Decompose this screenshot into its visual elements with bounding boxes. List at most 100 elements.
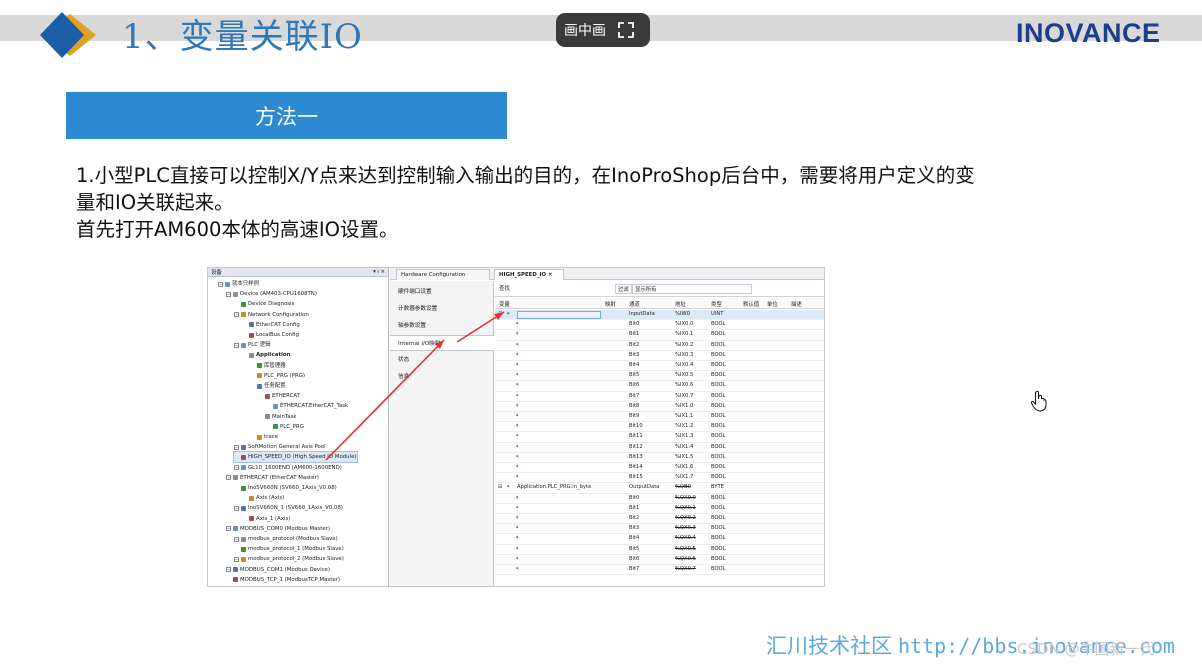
io-cell-address: %QX0.4 — [675, 535, 696, 542]
nav-info[interactable]: 信息 — [390, 369, 494, 385]
io-row[interactable]: ✦ Bit15 %IX1.7 BOOL — [495, 473, 824, 484]
tree-expander-icon[interactable]: − — [234, 505, 239, 511]
io-row[interactable]: ✦ Bit10 %IX1.2 BOOL — [495, 422, 824, 433]
filter-select[interactable]: 显示所有 — [632, 284, 752, 294]
tree-item[interactable]: − InoSV660N_1 (SV660_1Axis_V0.08) — [234, 503, 343, 513]
row-expander-icon[interactable]: ⊟ — [498, 311, 502, 317]
tree-expander-icon[interactable]: − — [226, 567, 231, 573]
io-cell-type: BOOL — [711, 515, 726, 521]
io-row[interactable]: ✦ Bit4 %IX0.4 BOOL — [495, 361, 824, 372]
variable-icon: ✦ — [515, 351, 520, 358]
io-row[interactable]: ✦ Bit0 %IX0.0 BOOL — [495, 320, 824, 331]
io-row[interactable]: ✦ Bit9 %IX1.1 BOOL — [495, 412, 824, 423]
tree-item[interactable]: −EtherCAT Config — [242, 320, 300, 330]
tree-expander-icon[interactable]: − — [226, 475, 231, 481]
tree-item[interactable]: −modbus_protocol_1 (Modbus Slave) — [234, 544, 344, 554]
nav-status[interactable]: 状态 — [390, 352, 494, 368]
tab-close-icon[interactable]: × — [548, 272, 553, 278]
tree-item[interactable]: −PLC_PRG (PRG) — [250, 371, 305, 381]
panel-pin-icon[interactable]: ▾ ᵼ × — [373, 269, 385, 275]
task-icon — [265, 393, 270, 399]
tree-item[interactable]: − Device (AM403-CPU1608TN) — [226, 289, 317, 299]
io-row[interactable]: ✦ Bit2 %IX0.2 BOOL — [495, 341, 824, 351]
tree-item[interactable]: − Network Configuration — [234, 310, 309, 320]
nav-counter-params[interactable]: 计数器参数设置 — [390, 301, 494, 317]
io-row[interactable]: ✦ Bit7 %IX0.7 BOOL — [495, 392, 824, 402]
io-row[interactable]: ✦ Bit13 %IX1.5 BOOL — [495, 453, 824, 463]
row-expander-icon[interactable]: ⊟ — [498, 484, 502, 490]
tree-expander-icon[interactable]: − — [234, 444, 239, 450]
tree-item[interactable]: −Device Diagnosis — [234, 299, 294, 309]
tree-item[interactable]: −Application — [242, 350, 290, 360]
nav-hardware-port[interactable]: 硬件端口设置 — [390, 284, 494, 300]
diagnosis-icon — [241, 301, 246, 307]
io-row[interactable]: ⊟ ✦ Application.PLC_PRG.in_byte OutputData%… — [495, 483, 824, 494]
tree-item[interactable]: −MODBUS_TCP_1 (ModbusTCP Master) — [226, 575, 340, 585]
tree-expander-icon[interactable]: − — [234, 536, 239, 542]
tree-item[interactable]: − GL10_1600END (AM600-1600END) — [234, 463, 342, 473]
tree-expander-icon[interactable]: − — [234, 342, 239, 348]
tree-expander-icon[interactable]: − — [226, 291, 231, 297]
io-row[interactable]: ✦ Bit7 %QX0.7 BOOL — [495, 565, 824, 576]
tree-item-label: modbus_protocol (Modbus Slave) — [248, 536, 338, 542]
io-row[interactable]: ✦ Bit6 %IX0.6 BOOL — [495, 381, 824, 392]
io-row[interactable]: ✦ Bit1 %IX0.1 BOOL — [495, 330, 824, 341]
inoproshop-screenshot: 设备 ▾ ᵼ × − 就本只样例 − Device (AM403-CPU1608TN)… — [207, 267, 825, 587]
io-row[interactable]: ✦ Bit11 %IX1.3 BOOL — [495, 432, 824, 443]
tree-item[interactable]: −ETHERCAT.EtherCAT_Task — [266, 401, 348, 411]
io-row[interactable]: ✦ Bit3 %IX0.3 BOOL — [495, 351, 824, 361]
tree-expander-icon[interactable]: − — [234, 556, 239, 562]
io-row[interactable]: ✦ Bit0 %QX0.0 BOOL — [495, 494, 824, 504]
picture-in-picture-button[interactable]: 画中画 — [556, 13, 650, 47]
tree-item[interactable]: −Axis (Axis) — [242, 493, 284, 503]
io-row[interactable]: ✦ Bit1 %QX0.1 BOOL — [495, 504, 824, 514]
tree-item-label: Device Diagnosis — [248, 301, 295, 308]
tree-expander-icon[interactable]: − — [234, 312, 239, 318]
io-row[interactable]: ✦ Bit3 %QX0.3 BOOL — [495, 524, 824, 535]
tree-item[interactable]: −trace — [250, 432, 278, 442]
tree-item[interactable]: −HIGH_SPEED_IO (High Speed IO Module) — [233, 451, 358, 464]
nav-axis-params[interactable]: 轴参数设置 — [390, 318, 494, 334]
tree-item[interactable]: − SoftMotion General Axis Pool — [234, 442, 326, 452]
tree-item-label: Application — [256, 352, 291, 359]
slide: 1、变量关联IO 画中画 INOVANCE 方法一 1.小型PLC直接可以控制X… — [0, 0, 1202, 667]
io-cell-type: BOOL — [711, 392, 726, 399]
tree-item[interactable]: −库管理器 — [250, 361, 286, 371]
io-row[interactable]: ⊟ ✦ InputData %IW0 UINT — [495, 310, 824, 321]
tree-expander-icon[interactable]: − — [234, 465, 239, 471]
tree-item[interactable]: −PLC_PRG — [266, 422, 304, 432]
tree-item[interactable]: −LocalBus Config — [242, 330, 299, 340]
tree-item[interactable]: −任务配置 — [250, 381, 286, 391]
filter-button[interactable]: 过滤 — [615, 284, 632, 294]
tree-item[interactable]: − ETHERCAT (EtherCAT Master) — [226, 473, 319, 483]
io-row[interactable]: ✦ Bit5 %IX0.5 BOOL — [495, 371, 824, 382]
io-row[interactable]: ✦ Bit8 %IX1.0 BOOL — [495, 402, 824, 412]
tree-item[interactable]: − PLC 逻辑 — [234, 340, 271, 350]
variable-input[interactable] — [517, 311, 601, 319]
io-cell-address: %IX0.6 — [675, 382, 694, 389]
tab-hardware-configuration[interactable]: Hardware Configuration — [396, 269, 490, 280]
tree-item[interactable]: − MODBUS_COM0 (Modbus Master) — [226, 524, 330, 534]
io-row[interactable]: ✦ Bit4 %QX0.4 BOOL — [495, 534, 824, 545]
io-cell-channel: Bit5 — [629, 372, 640, 379]
io-row[interactable]: ✦ Bit14 %IX1.6 BOOL — [495, 463, 824, 474]
variable-icon: ✦ — [515, 372, 520, 379]
tree-item[interactable]: − modbus_protocol_2 (Modbus Slave) — [234, 554, 344, 564]
io-row[interactable]: ✦ Bit6 %QX0.6 BOOL — [495, 555, 824, 565]
tree-expander-icon[interactable]: − — [218, 281, 223, 287]
io-row[interactable]: ✦ Bit5 %QX0.5 BOOL — [495, 545, 824, 555]
tree-item[interactable]: − modbus_protocol (Modbus Slave) — [234, 534, 338, 544]
tree-item[interactable]: −InoSV660N (SV660_1Axis_V0.08) — [234, 483, 337, 493]
tree-item[interactable]: −MainTask — [258, 412, 297, 422]
tree-item[interactable]: −Axis_1 (Axis) — [242, 514, 290, 524]
tree-item[interactable]: −ETHERCAT — [258, 391, 300, 401]
tree-item[interactable]: − MODBUS_COM1 (Modbus Device) — [226, 565, 330, 575]
tab-high-speed-io[interactable]: HIGH_SPEED_IO × — [494, 269, 564, 280]
tree-item[interactable]: − 就本只样例 — [218, 279, 259, 289]
io-cell-var[interactable]: Application.PLC_PRG.in_byte — [517, 484, 591, 490]
nav-internal-io-mapping[interactable]: Internal I/O映射 — [390, 335, 494, 351]
diamond-logo-icon — [40, 12, 96, 58]
tree-expander-icon[interactable]: − — [226, 526, 231, 532]
io-row[interactable]: ✦ Bit2 %QX0.2 BOOL — [495, 514, 824, 525]
io-row[interactable]: ✦ Bit12 %IX1.4 BOOL — [495, 443, 824, 453]
